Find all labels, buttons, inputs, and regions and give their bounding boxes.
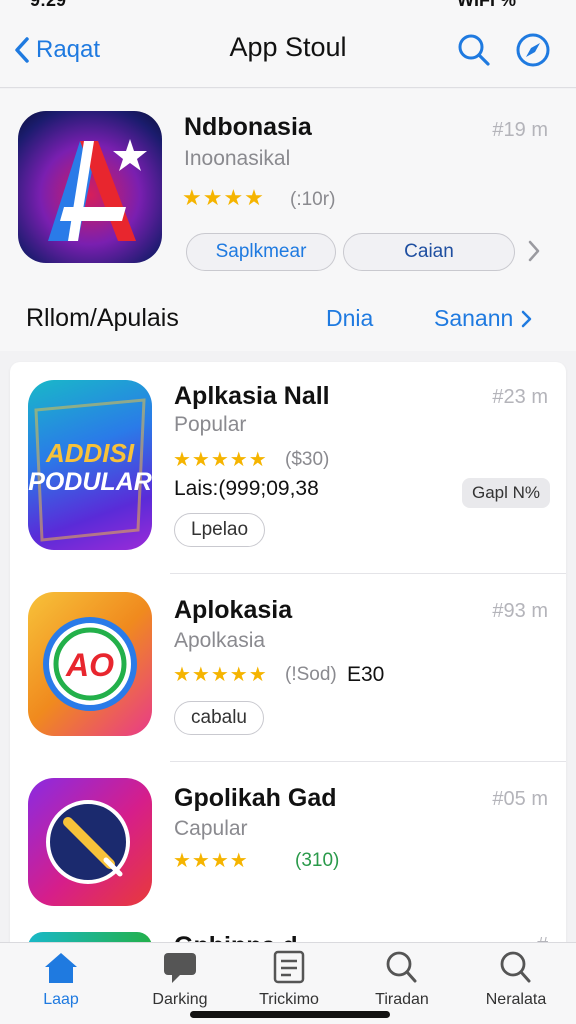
app-action-button[interactable]: Lpelao [174, 513, 266, 547]
tab-laap[interactable]: Laap [11, 949, 111, 1009]
open-button[interactable]: Saplkmear [186, 233, 336, 271]
tab-darking[interactable]: Darking [130, 949, 230, 1009]
app-icon[interactable]: ADDISI PODULAR [28, 380, 152, 550]
app-subtitle: Capular [174, 817, 248, 840]
navigation-bar: Raqat App Stoul [0, 12, 576, 88]
tab-neralata[interactable]: Neralata [466, 949, 566, 1009]
tab-label: Laap [43, 991, 79, 1008]
app-size: #05 m [492, 788, 548, 810]
search-button[interactable] [454, 30, 494, 70]
app-logo-icon [48, 139, 147, 241]
svg-text:ADDISI: ADDISI [45, 438, 135, 468]
more-button[interactable] [528, 240, 540, 267]
tab-label: Neralata [485, 991, 547, 1008]
tab-label: Darking [152, 991, 208, 1008]
cancel-button[interactable]: Caian [343, 233, 515, 271]
status-time: 9:29 [30, 0, 67, 10]
app-size: #19 m [492, 119, 548, 141]
rating-count: (:10r) [290, 189, 336, 210]
app-subtitle: Apolkasia [174, 629, 266, 652]
section-see-all-link[interactable]: Sanann [434, 305, 533, 332]
list-item[interactable]: AO Aplokasia Apolkasia ★★★★★ (!Sod) E30 … [10, 574, 566, 762]
chat-icon [164, 953, 196, 983]
section-link-dnia[interactable]: Dnia [326, 305, 373, 332]
svg-text:AO: AO [65, 647, 114, 683]
chevron-right-icon [528, 240, 540, 262]
app-info-text: Lais:(999;09,38 [174, 477, 319, 500]
star-rating: ★★★★ [182, 185, 265, 210]
featured-app-icon[interactable] [18, 111, 162, 263]
section-link-label: Sanann [434, 305, 514, 331]
star-rating: ★★★★★ [173, 449, 268, 471]
rating-count: (310) [295, 850, 340, 871]
rating-count: ($30) [285, 449, 330, 470]
status-bar: 9:29 WIFI % [0, 0, 576, 12]
star-rating: ★★★★ [173, 850, 249, 872]
document-icon [273, 950, 305, 984]
section-title: Rllom/Apulais [26, 304, 179, 332]
app-name: Aplokasia [174, 596, 293, 624]
app-action-button[interactable]: cabalu [174, 701, 264, 735]
tab-label: Tiradan [375, 991, 429, 1008]
list-item[interactable]: Gpolikah Gad Capular ★★★★ (310) #05 m [10, 762, 566, 932]
app-name: Aplkasia Nall [174, 382, 330, 410]
app-size: #93 m [492, 600, 548, 622]
search-icon [458, 34, 490, 66]
star-rating: ★★★★★ [173, 664, 268, 686]
app-size: #23 m [492, 386, 548, 408]
rating-count: (!Sod) [285, 664, 337, 685]
status-indicators: WIFI % [457, 0, 516, 10]
home-indicator[interactable] [190, 1011, 390, 1018]
app-list: ADDISI PODULAR Aplkasia Nall Popular ★★★… [10, 362, 566, 962]
status-badge: Gapl N% [461, 478, 550, 508]
app-icon[interactable] [28, 778, 152, 906]
app-name: Gpolikah Gad [174, 784, 337, 812]
list-item[interactable]: ADDISI PODULAR Aplkasia Nall Popular ★★★… [10, 362, 566, 574]
search-icon [500, 951, 531, 983]
app-logo-icon: AO [43, 617, 137, 711]
home-icon [45, 953, 77, 983]
app-subtitle: Popular [174, 413, 247, 436]
compass-icon [516, 33, 550, 67]
app-logo-icon [46, 800, 130, 884]
featured-app-subtitle: Inoonasikal [184, 147, 291, 170]
svg-text:PODULAR: PODULAR [28, 468, 152, 496]
app-info-text: E30 [347, 663, 385, 686]
featured-app-name: Ndbonasia [184, 113, 312, 141]
tab-trickimo[interactable]: Trickimo [239, 949, 339, 1009]
chevron-right-icon [522, 310, 532, 327]
app-logo-icon: ADDISI PODULAR [28, 398, 152, 542]
search-icon [386, 951, 417, 983]
tab-label: Trickimo [259, 991, 319, 1008]
app-icon[interactable]: AO [28, 592, 152, 736]
section-header: Rllom/Apulais Dnia Sanann [0, 290, 576, 348]
compass-button[interactable] [513, 30, 553, 70]
tab-tiradan[interactable]: Tiradan [352, 949, 452, 1009]
